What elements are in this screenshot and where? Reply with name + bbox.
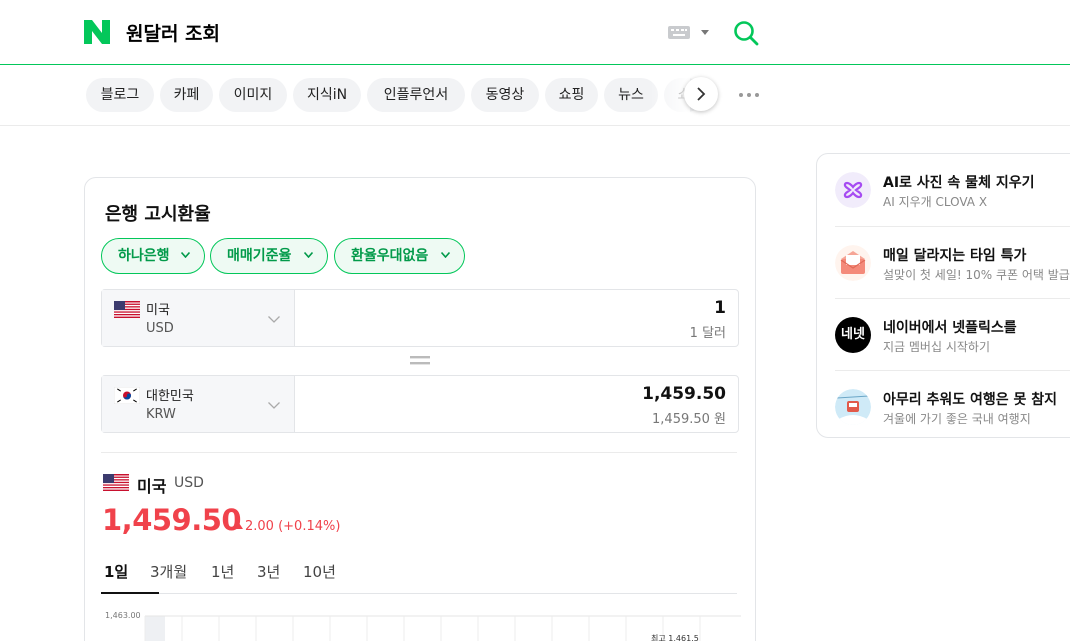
promo-item[interactable]: 네넷 네이버에서 넷플릭스를 지금 멤버십 시작하기 — [835, 298, 1070, 370]
tab-influencer[interactable]: 인플루언서 — [367, 78, 465, 112]
promo-title: 네이버에서 넷플릭스를 — [883, 320, 1017, 336]
coupon-envelope-icon — [835, 245, 871, 281]
search-tabs: 블로그 카페 이미지 지식iN 인플루언서 동영상 쇼핑 뉴스 쇼 — [0, 66, 1070, 126]
period-tab-3y[interactable]: 3년 — [257, 561, 280, 582]
y-axis-tick: 1,463.00 — [105, 611, 141, 620]
period-tab-3m[interactable]: 3개월 — [150, 561, 187, 582]
search-header: 원달러 조회 — [0, 0, 1070, 65]
discount-filter[interactable]: 환율우대없음 — [334, 238, 465, 274]
promo-subtitle: AI 지우개 CLOVA X — [883, 195, 988, 209]
chevron-down-icon — [268, 316, 280, 323]
rate-type-filter-label: 매매기준율 — [227, 248, 292, 264]
to-amount-text: 1,459.50 원 — [652, 412, 726, 427]
netflix-badge-icon: 네넷 — [835, 317, 871, 353]
to-code: KRW — [146, 407, 176, 422]
period-tab-10y[interactable]: 10년 — [303, 561, 336, 582]
arrow-up-icon — [235, 523, 243, 529]
converter-from: 미국 USD 1 1 달러 — [101, 289, 739, 347]
promo-subtitle: 겨울에 가기 좋은 국내 여행지 — [883, 412, 1031, 426]
chart-high-label: 최고 1,461.5 — [651, 634, 699, 641]
chart-grid — [144, 615, 741, 641]
to-amount-input[interactable]: 1,459.50 — [642, 384, 726, 404]
rate-code: USD — [174, 475, 204, 491]
us-flag-icon — [103, 474, 129, 491]
us-flag-icon — [114, 301, 140, 318]
divider — [101, 452, 737, 453]
chevron-right-icon — [697, 87, 706, 101]
from-country: 미국 — [146, 303, 170, 318]
promo-subtitle: 설맞이 첫 세일! 10% 쿠폰 어택 발급 — [883, 268, 1070, 282]
from-code: USD — [146, 321, 174, 336]
promo-title: 아무리 추워도 여행은 못 참지 — [883, 392, 1058, 408]
rate-change: 2.00 (+0.14%) — [235, 519, 340, 534]
ski-lift-icon — [835, 389, 871, 425]
rate-value: 1,459.50 — [102, 503, 242, 537]
tab-blog[interactable]: 블로그 — [86, 78, 154, 112]
exchange-rate-card: 은행 고시환율 하나은행 매매기준율 환율우대없음 미국 USD 1 1 달러 — [84, 177, 756, 641]
bank-filter[interactable]: 하나은행 — [101, 238, 205, 274]
naver-logo-icon[interactable] — [84, 20, 110, 44]
tab-shopping[interactable]: 쇼핑 — [545, 78, 598, 112]
rate-country: 미국 — [137, 477, 167, 496]
period-tab-indicator — [101, 592, 159, 594]
chevron-down-icon — [304, 252, 313, 258]
tab-cafe[interactable]: 카페 — [160, 78, 213, 112]
netflix-badge-label: 네넷 — [841, 327, 865, 342]
equals-icon — [410, 356, 430, 365]
chevron-down-icon — [268, 402, 280, 409]
promo-item[interactable]: 매일 달라지는 타임 특가 설맞이 첫 세일! 10% 쿠폰 어택 발급 — [835, 226, 1070, 298]
rate-chart[interactable]: 1,463.00 최고 1,461.5 — [101, 608, 741, 641]
discount-filter-label: 환율우대없음 — [351, 248, 429, 264]
from-currency-select[interactable]: 미국 USD — [102, 290, 295, 346]
bank-filter-label: 하나은행 — [118, 248, 170, 264]
from-amount-text: 1 달러 — [689, 326, 726, 341]
converter-to: 대한민국 KRW 1,459.50 1,459.50 원 — [101, 375, 739, 433]
promo-panel: AI로 사진 속 물체 지우기 AI 지우개 CLOVA X 매일 달라지는 타… — [816, 153, 1070, 438]
to-currency-select[interactable]: 대한민국 KRW — [102, 376, 295, 432]
chevron-down-icon — [181, 252, 190, 258]
tab-video[interactable]: 동영상 — [471, 78, 539, 112]
card-title: 은행 고시환율 — [105, 204, 211, 225]
tab-kin[interactable]: 지식iN — [293, 78, 361, 112]
search-icon[interactable] — [733, 20, 759, 46]
from-amount-input[interactable]: 1 — [714, 298, 726, 318]
promo-item[interactable]: 아무리 추워도 여행은 못 참지 겨울에 가기 좋은 국내 여행지 — [835, 370, 1070, 437]
promo-title: 매일 달라지는 타임 특가 — [883, 248, 1027, 264]
more-options-icon[interactable] — [738, 92, 760, 98]
tabs-next-button[interactable] — [684, 77, 718, 111]
promo-subtitle: 지금 멤버십 시작하기 — [883, 340, 990, 354]
promo-title: AI로 사진 속 물체 지우기 — [883, 175, 1035, 191]
period-tab-1d[interactable]: 1일 — [104, 561, 128, 582]
promo-item[interactable]: AI로 사진 속 물체 지우기 AI 지우개 CLOVA X — [835, 154, 1070, 226]
chevron-down-icon — [441, 252, 450, 258]
rate-type-filter[interactable]: 매매기준율 — [210, 238, 328, 274]
period-tabs-baseline — [101, 593, 737, 594]
to-country: 대한민국 — [146, 389, 194, 404]
kr-flag-icon — [114, 387, 140, 404]
search-query[interactable]: 원달러 조회 — [126, 19, 220, 46]
tab-image[interactable]: 이미지 — [219, 78, 287, 112]
rate-change-text: 2.00 (+0.14%) — [245, 519, 341, 534]
keyboard-dropdown-icon[interactable] — [701, 30, 709, 35]
keyboard-icon[interactable] — [668, 26, 690, 39]
period-tab-1y[interactable]: 1년 — [211, 561, 234, 582]
clova-x-icon — [835, 172, 871, 208]
